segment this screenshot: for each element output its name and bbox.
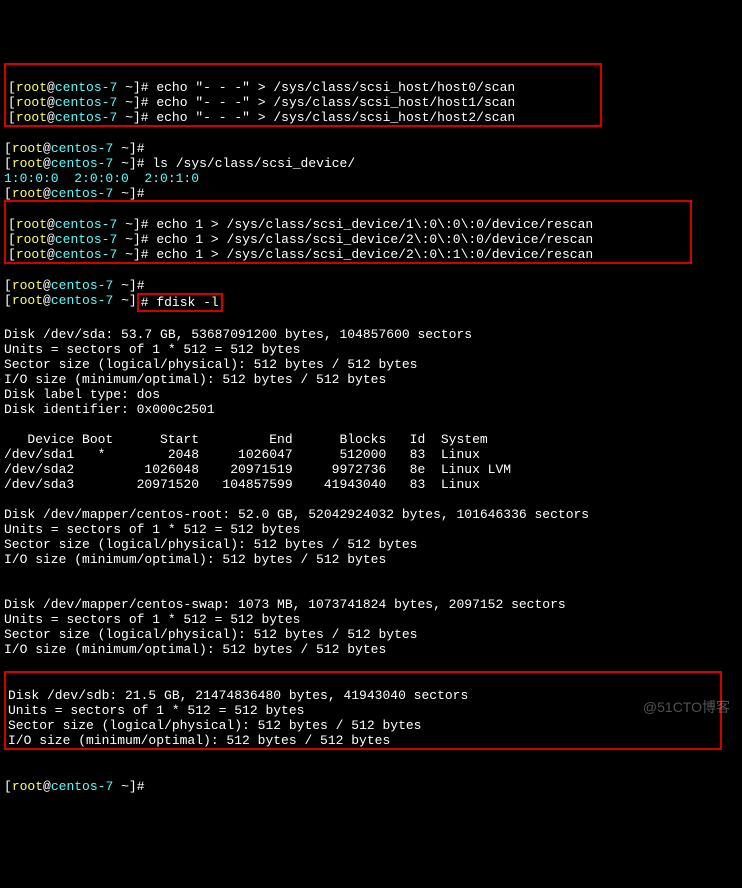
fdisk-parthdr: Device Boot Start End Blocks Id System bbox=[4, 432, 488, 447]
fdisk-sda2: /dev/sda2 1026048 20971519 9972736 8e Li… bbox=[4, 462, 511, 477]
fdisk-units2: Units = sectors of 1 * 512 = 512 bytes bbox=[4, 522, 300, 537]
fdisk-swap-header: Disk /dev/mapper/centos-swap: 1073 MB, 1… bbox=[4, 597, 566, 612]
fdisk-units: Units = sectors of 1 * 512 = 512 bytes bbox=[4, 342, 300, 357]
cmd-rescan2: echo 1 > /sys/class/scsi_device/2\:0\:0\… bbox=[156, 232, 593, 247]
cmd-rescan1: echo 1 > /sys/class/scsi_device/1\:0\:0\… bbox=[156, 217, 593, 232]
fdisk-io3: I/O size (minimum/optimal): 512 bytes / … bbox=[4, 642, 386, 657]
final-prompt-line[interactable]: [root@centos-7 ~]# bbox=[4, 779, 145, 794]
rescan-commands-block: [root@centos-7 ~]# echo 1 > /sys/class/s… bbox=[4, 200, 692, 264]
fdisk-sector2: Sector size (logical/physical): 512 byte… bbox=[4, 537, 417, 552]
line-empty1: [root@centos-7 ~]# bbox=[4, 141, 145, 156]
fdisk-sector3: Sector size (logical/physical): 512 byte… bbox=[4, 627, 417, 642]
line-ls: [root@centos-7 ~]# ls /sys/class/scsi_de… bbox=[4, 156, 355, 171]
line-rescan1: [root@centos-7 ~]# echo 1 > /sys/class/s… bbox=[8, 217, 593, 232]
fdisk-io: I/O size (minimum/optimal): 512 bytes / … bbox=[4, 372, 386, 387]
fdisk-units4: Units = sectors of 1 * 512 = 512 bytes bbox=[8, 703, 304, 718]
line-scan1: [root@centos-7 ~]# echo "- - -" > /sys/c… bbox=[8, 95, 515, 110]
line-scan0: [root@centos-7 ~]# echo "- - -" > /sys/c… bbox=[8, 80, 515, 95]
fdisk-ident: Disk identifier: 0x000c2501 bbox=[4, 402, 215, 417]
fdisk-io4: I/O size (minimum/optimal): 512 bytes / … bbox=[8, 733, 390, 748]
fdisk-label: Disk label type: dos bbox=[4, 387, 160, 402]
fdisk-sda3: /dev/sda3 20971520 104857599 41943040 83… bbox=[4, 477, 480, 492]
line-rescan3: [root@centos-7 ~]# echo 1 > /sys/class/s… bbox=[8, 247, 593, 262]
line-scan2: [root@centos-7 ~]# echo "- - -" > /sys/c… bbox=[8, 110, 515, 125]
fdisk-sector: Sector size (logical/physical): 512 byte… bbox=[4, 357, 417, 372]
line-empty2: [root@centos-7 ~]# bbox=[4, 186, 145, 201]
fdisk-units3: Units = sectors of 1 * 512 = 512 bytes bbox=[4, 612, 300, 627]
watermark: @51CTO博客 bbox=[643, 700, 730, 715]
fdisk-sda-header: Disk /dev/sda: 53.7 GB, 53687091200 byte… bbox=[4, 327, 472, 342]
cmd-scan2: echo "- - -" > /sys/class/scsi_host/host… bbox=[156, 110, 515, 125]
fdisk-io2: I/O size (minimum/optimal): 512 bytes / … bbox=[4, 552, 386, 567]
line-empty3: [root@centos-7 ~]# bbox=[4, 278, 145, 293]
cmd-ls: ls /sys/class/scsi_device/ bbox=[152, 156, 355, 171]
cmd-scan1: echo "- - -" > /sys/class/scsi_host/host… bbox=[156, 95, 515, 110]
fdisk-cmd-box: # fdisk -l bbox=[137, 293, 223, 312]
fdisk-sda1: /dev/sda1 * 2048 1026047 512000 83 Linux bbox=[4, 447, 480, 462]
sdb-block: Disk /dev/sdb: 21.5 GB, 21474836480 byte… bbox=[4, 671, 722, 750]
fdisk-root-header: Disk /dev/mapper/centos-root: 52.0 GB, 5… bbox=[4, 507, 589, 522]
cmd-scan0: echo "- - -" > /sys/class/scsi_host/host… bbox=[156, 80, 515, 95]
cmd-rescan3: echo 1 > /sys/class/scsi_device/2\:0\:1\… bbox=[156, 247, 593, 262]
scan-commands-block: [root@centos-7 ~]# echo "- - -" > /sys/c… bbox=[4, 63, 602, 127]
fdisk-sdb-header: Disk /dev/sdb: 21.5 GB, 21474836480 byte… bbox=[8, 688, 468, 703]
cmd-fdisk: fdisk -l bbox=[156, 295, 218, 310]
line-rescan2: [root@centos-7 ~]# echo 1 > /sys/class/s… bbox=[8, 232, 593, 247]
line-fdisk: [root@centos-7 ~]# fdisk -l bbox=[4, 293, 223, 308]
ls-output: 1:0:0:0 2:0:0:0 2:0:1:0 bbox=[4, 171, 199, 186]
fdisk-sector4: Sector size (logical/physical): 512 byte… bbox=[8, 718, 421, 733]
